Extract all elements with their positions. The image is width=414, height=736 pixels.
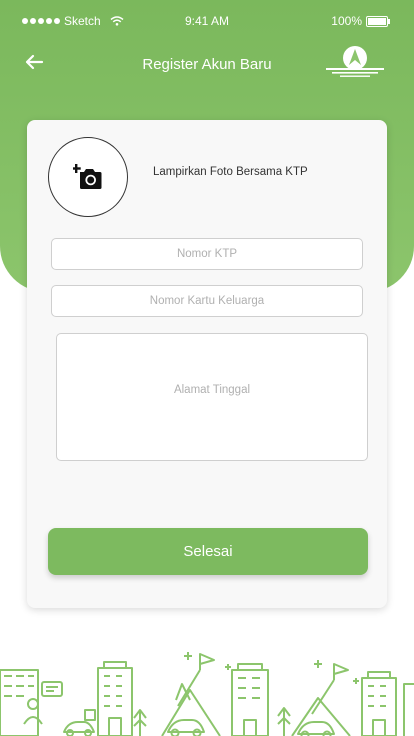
registration-card: Lampirkan Foto Bersama KTP Selesai	[27, 120, 387, 608]
finish-button[interactable]: Selesai	[48, 528, 368, 575]
add-photo-icon	[73, 164, 102, 189]
navigation-bar: Register Akun Baru	[0, 44, 414, 84]
ktp-number-input[interactable]	[51, 238, 363, 270]
battery-icon	[366, 15, 390, 27]
family-card-number-input[interactable]	[51, 285, 363, 317]
battery-percent: 100%	[331, 14, 362, 28]
add-photo-button[interactable]	[48, 137, 128, 217]
address-textarea[interactable]	[56, 333, 368, 461]
battery-status: 100%	[331, 14, 390, 28]
status-bar: Sketch 9:41 AM 100%	[0, 0, 414, 40]
city-illustration	[0, 652, 414, 736]
app-logo	[326, 46, 384, 77]
photo-instruction-label: Lampirkan Foto Bersama KTP	[153, 166, 308, 178]
